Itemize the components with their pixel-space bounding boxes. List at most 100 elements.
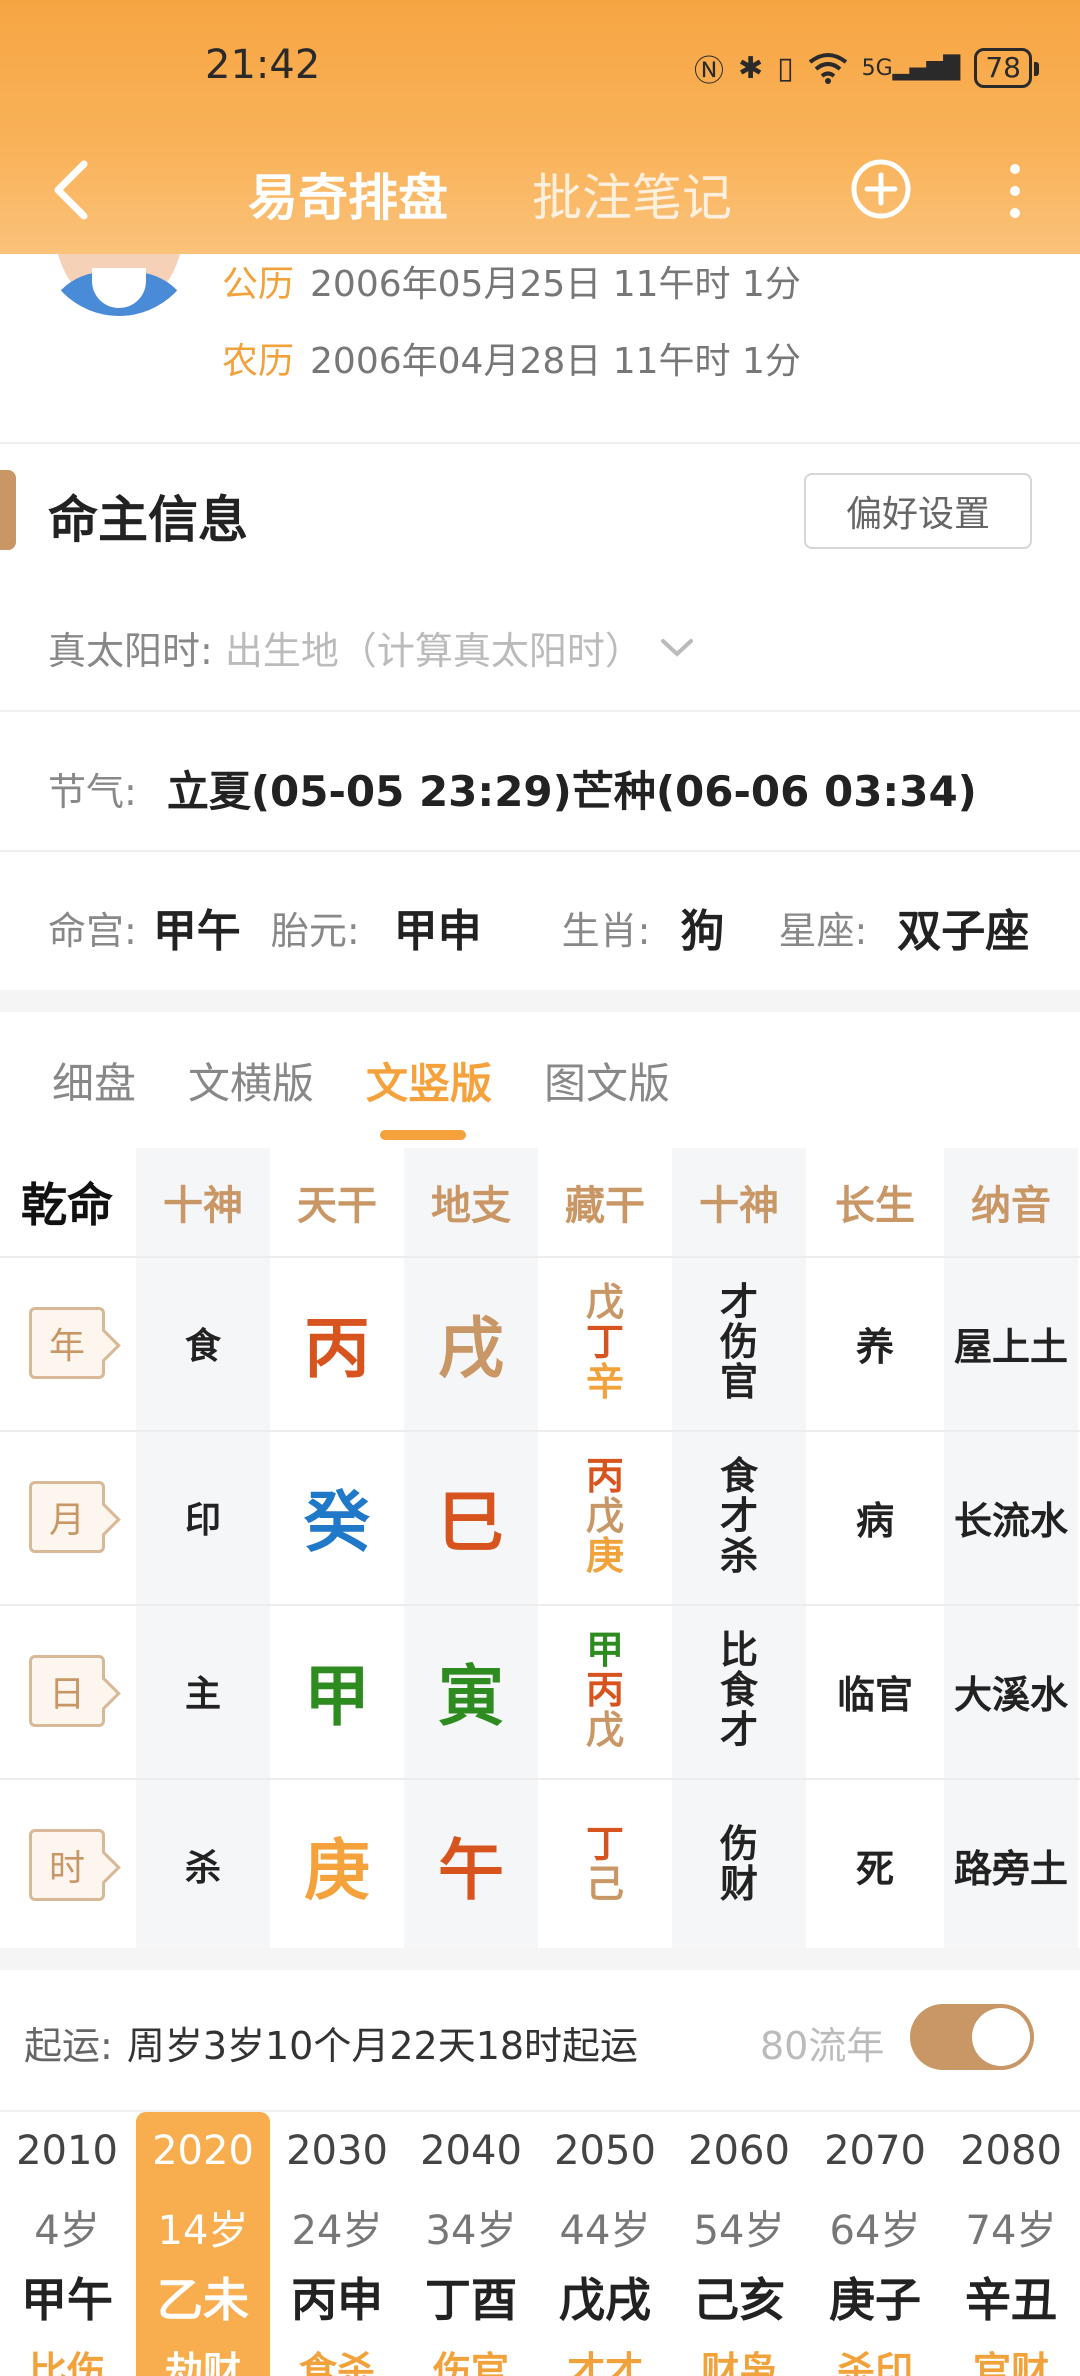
cang-shishen-cell: 伤财	[672, 1778, 806, 1952]
solar-date: 2006年05月25日 11午时 1分	[310, 264, 801, 305]
minggong-value: 甲午	[152, 906, 241, 957]
tab-wenshu[interactable]: 文竖版	[366, 1050, 492, 1111]
canggan-char: 辛	[585, 1359, 624, 1404]
decade-item[interactable]: 2060 54岁 己亥 财枭	[672, 2112, 806, 2376]
pillar-tag[interactable]: 日	[29, 1655, 105, 1727]
tab-wenheng[interactable]: 文横版	[188, 1050, 314, 1111]
nfc-icon: Ⓝ	[693, 54, 724, 89]
minggong-row: 命宫: 甲午 胎元: 甲申 生肖: 狗 星座: 双子座	[48, 895, 1048, 959]
decade-item[interactable]: 2080 74岁 辛丑 官财	[944, 2112, 1078, 2376]
tab-notes[interactable]: 批注笔记	[532, 158, 732, 230]
nayin-cell: 长流水	[944, 1430, 1078, 1604]
header-shishen: 十神	[163, 1183, 243, 1229]
decade-item[interactable]: 2010 4岁 甲午 比伤	[0, 2112, 134, 2376]
back-button[interactable]	[40, 150, 100, 230]
nayin-cell: 屋上土	[944, 1256, 1078, 1430]
liunian-toggle[interactable]	[910, 2004, 1034, 2070]
pillar-tag[interactable]: 时	[29, 1829, 105, 1901]
birthplace-select[interactable]: 出生地（计算真太阳时）	[225, 620, 643, 675]
network-type: 5G	[861, 55, 893, 81]
cang-shishen-char: 才	[719, 1280, 758, 1325]
cang-shishen-cell: 比食才	[672, 1604, 806, 1778]
changsheng-text: 死	[855, 1846, 894, 1891]
dizhi-text: 寅	[438, 1658, 504, 1735]
canggan-char: 戊	[585, 1707, 624, 1752]
canggan-char: 甲	[585, 1628, 624, 1673]
pillar-cell: 月	[0, 1430, 134, 1604]
cang-shishen-stack: 比食才	[719, 1630, 758, 1752]
decade-year: 2030	[286, 2128, 388, 2174]
shishen-text: 主	[184, 1674, 221, 1715]
pillar-cell: 年	[0, 1256, 134, 1430]
tab-xipan[interactable]: 细盘	[52, 1050, 136, 1111]
decade-item[interactable]: 2040 34岁 丁酉 伤官	[404, 2112, 538, 2376]
pillar-tag[interactable]: 年	[29, 1307, 105, 1379]
cang-shishen-cell: 食才杀	[672, 1430, 806, 1604]
nayin-text: 长流水	[953, 1498, 1068, 1543]
decade-year: 2020	[152, 2128, 254, 2174]
more-menu-button[interactable]	[995, 158, 1035, 224]
decade-item[interactable]: 2070 64岁 庚子 杀印	[808, 2112, 942, 2376]
decade-year: 2050	[554, 2128, 656, 2174]
jieqi-row: 节气: 立夏(05-05 23:29)芒种(06-06 03:34)	[48, 758, 977, 819]
cang-shishen-stack: 才伤官	[719, 1280, 758, 1403]
wifi-icon	[808, 53, 847, 84]
canggan-char: 丙	[585, 1454, 624, 1499]
changsheng-text: 养	[855, 1324, 894, 1369]
tab-yiqi-paipan[interactable]: 易奇排盘	[248, 158, 448, 230]
tiangan-cell: 庚	[270, 1778, 404, 1952]
decade-ganzhi: 己亥	[693, 2273, 785, 2327]
nayin-text: 路旁土	[953, 1846, 1068, 1891]
decade-ganzhi: 乙未	[157, 2273, 249, 2327]
jieqi-label: 节气:	[48, 770, 137, 814]
signal-icon: 5G▂▄▆█	[861, 55, 961, 81]
decade-gods: 食杀	[298, 2349, 375, 2376]
shishen-text: 印	[184, 1500, 221, 1541]
chart-view-tabs: 细盘 文横版 文竖版 图文版	[52, 1050, 670, 1111]
cang-shishen-char: 伤	[719, 1320, 758, 1365]
true-solar-label: 真太阳时:	[48, 629, 213, 673]
divider	[0, 442, 1080, 444]
bazi-grid: 乾命 十神 天干 地支 藏干 十神 长生 纳音年食丙戌戊丁辛才伤官养屋上土月印癸巳丙戊庚食才杀…	[0, 1148, 1080, 1948]
nayin-text: 大溪水	[953, 1672, 1068, 1717]
shengxiao-label: 生肖:	[561, 908, 651, 953]
cang-shishen-stack: 伤财	[720, 1824, 758, 1905]
shengxiao-value: 狗	[680, 906, 725, 957]
add-icon[interactable]	[850, 158, 912, 220]
header-nayin: 纳音	[971, 1183, 1051, 1229]
header-changsheng: 长生	[835, 1183, 915, 1229]
section-gap	[0, 1948, 1080, 1970]
qiyun-value: 周岁3岁10个月22天18时起运	[126, 2024, 639, 2068]
decade-item[interactable]: 2050 44岁 戊戌 才才	[538, 2112, 672, 2376]
dizhi-cell: 寅	[404, 1604, 538, 1778]
tab-tuwen[interactable]: 图文版	[544, 1050, 670, 1111]
lunar-date: 2006年04月28日 11午时 1分	[310, 341, 801, 382]
canggan-cell: 戊丁辛	[538, 1256, 672, 1430]
active-tab-indicator	[380, 1130, 466, 1140]
pillar-cell: 时	[0, 1778, 134, 1952]
decade-year: 2070	[824, 2128, 926, 2174]
changsheng-text: 临官	[836, 1672, 913, 1717]
canggan-char: 丁	[585, 1320, 624, 1365]
canggan-cell: 甲丙戊	[538, 1604, 672, 1778]
cang-shishen-stack: 食才杀	[720, 1456, 758, 1577]
shishen-cell: 印	[136, 1430, 270, 1604]
true-solar-time-row[interactable]: 真太阳时: 出生地（计算真太阳时）	[48, 620, 695, 675]
section-accent-bar	[0, 470, 16, 550]
tiangan-text: 癸	[304, 1484, 370, 1561]
dizhi-text: 戌	[438, 1310, 504, 1387]
pillar-tag[interactable]: 月	[29, 1481, 105, 1553]
cang-shishen-char: 才	[719, 1707, 758, 1752]
decade-item[interactable]: 2030 24岁 丙申 食杀	[270, 2112, 404, 2376]
header-qianming: 乾命	[21, 1178, 113, 1232]
decade-gods: 伤官	[432, 2349, 509, 2376]
dayun-decades: 2010 4岁 甲午 比伤 2020 14岁 乙未 劫财 2030 24岁 丙申 食杀 2040 34岁丁…	[0, 2112, 1080, 2376]
status-icons: Ⓝ ✱ ▯ 5G▂▄▆█ 78	[693, 46, 1039, 90]
solar-date-row: 公历 2006年05月25日 11午时 1分	[222, 255, 801, 307]
header-canggan: 藏干	[565, 1183, 645, 1229]
preferences-button[interactable]: 偏好设置	[804, 473, 1032, 549]
decade-ganzhi: 庚子	[829, 2273, 921, 2327]
decade-item[interactable]: 2020 14岁 乙未 劫财	[136, 2112, 270, 2376]
app-header: 21:42 Ⓝ ✱ ▯ 5G▂▄▆█ 78 易奇排盘 批注笔记	[0, 0, 1080, 254]
dizhi-text: 巳	[438, 1484, 504, 1561]
